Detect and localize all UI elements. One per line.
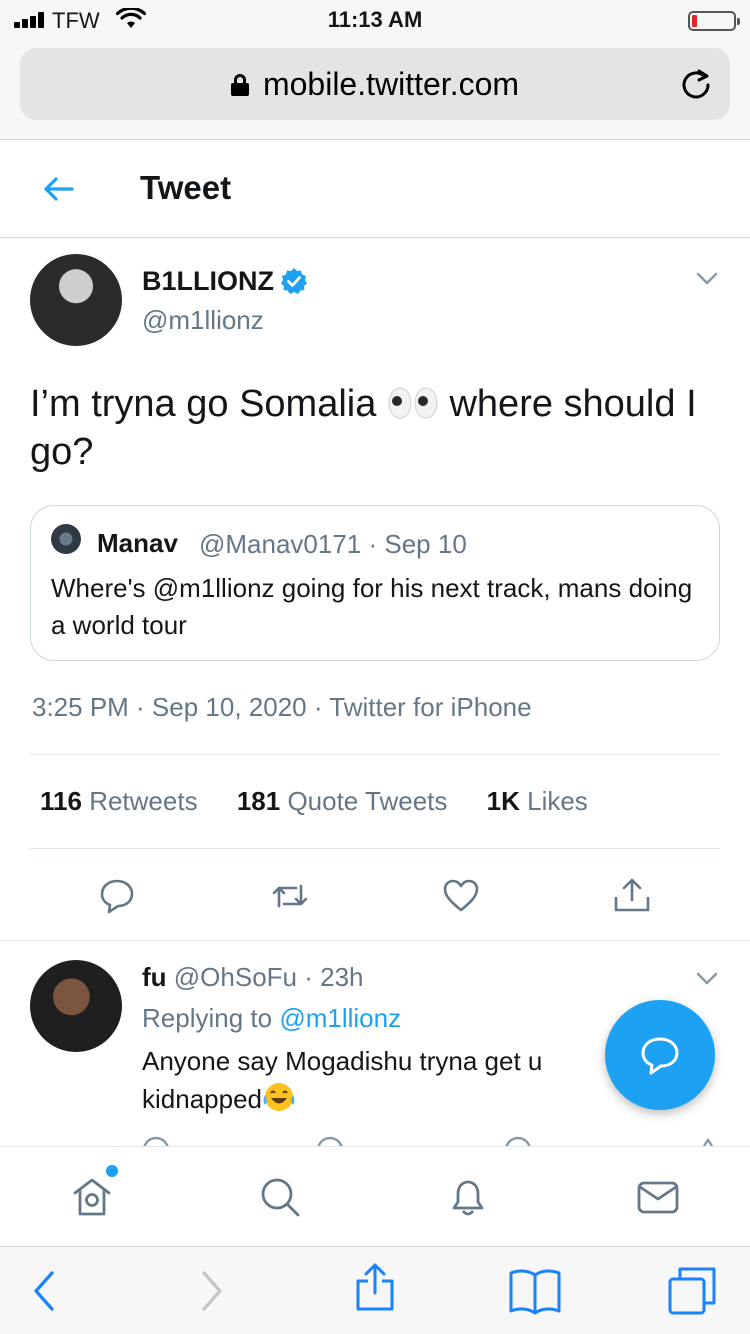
reply-author-avatar[interactable]: [30, 960, 122, 1052]
tabs-icon[interactable]: [666, 1265, 718, 1315]
back-arrow-icon[interactable]: [40, 171, 76, 207]
like-icon[interactable]: [441, 876, 481, 916]
quoted-tweet[interactable]: Manav @Manav0171 · Sep 10 Where's @m1lli…: [30, 505, 720, 661]
quote-meta: @Manav0171 · Sep 10: [199, 529, 467, 559]
address-bar[interactable]: mobile.twitter.com: [20, 48, 730, 120]
reply-meta: @OhSoFu · 23h: [173, 962, 364, 992]
browser-toolbar: [0, 1246, 750, 1334]
clock: 11:13 AM: [327, 7, 423, 32]
notifications-icon[interactable]: [446, 1175, 490, 1219]
battery-icon: [688, 11, 740, 31]
browser-forward-icon[interactable]: [198, 1269, 226, 1313]
author-name[interactable]: B1LLIONZ: [142, 266, 308, 297]
page-title: Tweet: [140, 169, 232, 206]
retweet-icon[interactable]: [270, 876, 310, 916]
browser-share-icon[interactable]: [353, 1261, 397, 1313]
compose-tweet-button[interactable]: [605, 1000, 715, 1110]
verified-badge-icon: [281, 268, 307, 294]
reply-icon[interactable]: [97, 876, 137, 916]
messages-icon[interactable]: [636, 1175, 680, 1219]
stat-likes[interactable]: 1K Likes: [487, 786, 588, 816]
url-text: mobile.twitter.com: [262, 66, 520, 102]
quote-avatar: [51, 524, 81, 554]
quote-author-name: Manav: [97, 528, 178, 558]
page-header: Tweet: [0, 141, 750, 238]
share-icon[interactable]: [612, 876, 652, 916]
search-icon[interactable]: [258, 1175, 302, 1219]
reply-header: fu @OhSoFu · 23h: [142, 962, 364, 993]
compose-bubble-icon: [641, 1037, 679, 1075]
bookmarks-icon[interactable]: [508, 1267, 562, 1315]
replying-mention-link[interactable]: @m1llionz: [279, 1003, 401, 1033]
lock-icon: [230, 74, 249, 96]
status-bar: TFW 11:13 AM: [0, 0, 750, 40]
bottom-navigation: [0, 1146, 750, 1246]
stat-quote-tweets[interactable]: 181 Quote Tweets: [237, 786, 448, 816]
stat-retweets[interactable]: 116 Retweets: [40, 786, 198, 816]
eyes-emoji-icon: [388, 387, 438, 419]
tweet-text: I’m tryna go Somalia where should I go?: [30, 383, 697, 473]
tweet-stats: 116 Retweets 181 Quote Tweets 1K Likes: [40, 786, 620, 817]
reply-text: Anyone say Mogadishu tryna get u kidnapp…: [142, 1046, 543, 1114]
reload-icon[interactable]: [680, 68, 712, 100]
reply-author-name[interactable]: fu: [142, 962, 167, 992]
tweet-menu-chevron-icon[interactable]: [696, 272, 718, 286]
divider: [30, 754, 720, 755]
tweet-timestamp: 3:25 PM · Sep 10, 2020 · Twitter for iPh…: [32, 692, 532, 722]
browser-back-icon[interactable]: [30, 1269, 58, 1313]
url-display[interactable]: mobile.twitter.com: [20, 66, 730, 103]
divider: [30, 848, 720, 849]
replying-to: Replying to @m1llionz: [142, 1003, 402, 1033]
notification-dot: [106, 1165, 118, 1177]
author-handle[interactable]: @m1llionz: [142, 305, 264, 336]
reply-menu-chevron-icon[interactable]: [696, 972, 718, 986]
quote-text: Where's @m1llionz going for his next tra…: [51, 573, 693, 640]
home-icon[interactable]: [70, 1175, 114, 1219]
tears-of-joy-emoji-icon: [263, 1083, 295, 1111]
browser-address-area: mobile.twitter.com: [0, 40, 750, 140]
author-avatar[interactable]: [30, 254, 122, 346]
divider: [0, 940, 750, 941]
reply-actions-row: [140, 1134, 730, 1146]
